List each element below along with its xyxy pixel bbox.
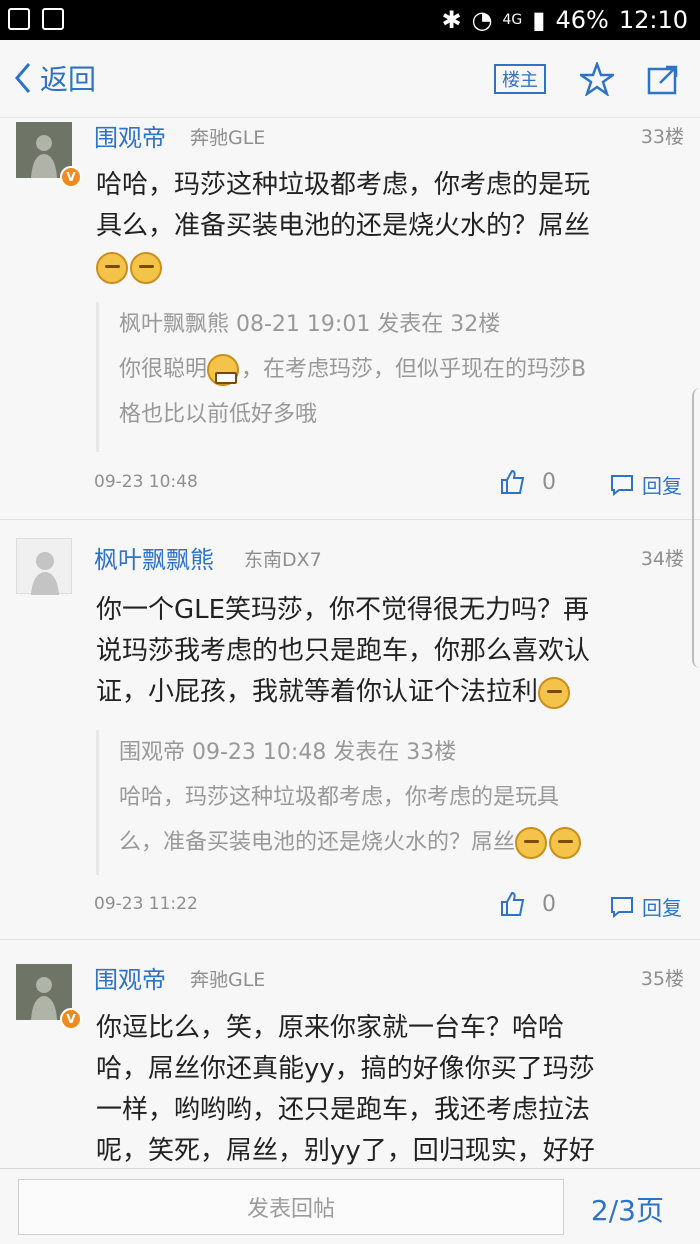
post-line: 说玛莎我考虑的也只是跑车，你那么喜欢认	[96, 636, 591, 666]
status-right: ✱ ◔ 4G ▮ 46% 12:10	[441, 6, 688, 34]
post-line: 哈哈，玛莎这种垃圾都考虑，你考虑的是玩	[96, 170, 591, 200]
post-line: 哈，屌丝你还真能yy，搞的好像你买了玛莎	[96, 1054, 595, 1084]
quote-block: 枫叶飘飘熊 08-21 19:01 发表在 32楼 你很聪明 ，在考虑玛莎，但似乎…	[96, 302, 682, 452]
user-avatar-icon	[31, 977, 57, 1020]
thumbs-up-icon	[501, 469, 525, 494]
nav-bar: 返回 楼主	[0, 40, 700, 118]
post-text: 你逗比么，笑，原来你家就一台车？哈哈 哈，屌丝你还真能yy，搞的好像你买了玛莎 …	[96, 1008, 682, 1168]
bottom-bar: 发表回帖 2/3页	[0, 1168, 700, 1244]
status-left-icons	[8, 8, 64, 30]
quote-header: 围观帝 09-23 10:48 发表在 33楼	[119, 740, 457, 765]
chevron-left-icon	[15, 63, 31, 93]
pagination-label[interactable]: 2/3页	[591, 1189, 664, 1229]
quote-header: 枫叶飘飘熊 08-21 19:01 发表在 32楼	[119, 312, 501, 337]
quote-line: 你很聪明 ，在考虑玛莎，但似乎现在的玛莎B	[119, 347, 682, 392]
reply-label: 回复	[642, 474, 682, 498]
status-bar: ✱ ◔ 4G ▮ 46% 12:10	[0, 0, 700, 40]
reply-button[interactable]: 回复	[610, 892, 682, 921]
avatar[interactable]: V	[16, 122, 82, 188]
thinking-emoji-icon	[549, 827, 582, 859]
floor-label: 34楼	[640, 548, 684, 570]
post-line: 具么，准备买装电池的还是烧火水的？屌丝	[96, 211, 591, 241]
quote-block: 围观帝 09-23 10:48 发表在 33楼 哈哈，玛莎这种垃圾都考虑，你考虑…	[96, 730, 682, 875]
username[interactable]: 枫叶飘飘熊	[94, 540, 214, 575]
device-icon	[8, 8, 30, 30]
bluetooth-icon: ✱	[441, 6, 462, 34]
floor-label: 35楼	[640, 968, 684, 990]
post-line: 呢，笑死，屌丝，别yy了，回归现实，好好	[96, 1136, 595, 1166]
battery-label: 46%	[555, 6, 609, 34]
post-date: 09-23 11:22	[94, 894, 198, 914]
back-button[interactable]: 返回	[14, 58, 96, 98]
comment-icon	[611, 474, 633, 496]
car-label: 东南DX7	[244, 549, 322, 571]
default-avatar-icon	[31, 552, 59, 595]
post-date: 09-23 10:48	[94, 472, 198, 492]
thumbs-up-icon	[501, 891, 525, 916]
post-35: V 围观帝 奔驰GLE 35楼 你逗比么，笑，原来你家就一台车？哈哈 哈，屌丝你…	[0, 940, 700, 1168]
like-button[interactable]: 0	[500, 891, 556, 917]
quote-line: 格也比以前低好多哦	[119, 402, 318, 427]
scroll-edge	[692, 388, 700, 668]
post-text: 你一个GLE笑玛莎，你不觉得很无力吗？再 说玛莎我考虑的也只是跑车，你那么喜欢认…	[96, 590, 682, 713]
verified-badge: V	[60, 1008, 82, 1030]
username[interactable]: 围观帝	[94, 960, 166, 995]
like-count: 0	[542, 469, 556, 495]
post-feed[interactable]: V 围观帝 奔驰GLE 33楼 哈哈，玛莎这种垃圾都考虑，你考虑的是玩 具么，准…	[0, 118, 700, 1168]
time-label: 12:10	[618, 6, 688, 34]
like-button[interactable]: 0	[500, 469, 556, 495]
post-33: V 围观帝 奔驰GLE 33楼 哈哈，玛莎这种垃圾都考虑，你考虑的是玩 具么，准…	[0, 118, 700, 520]
grin-emoji-icon	[207, 354, 240, 386]
post-line: 一样，哟哟哟，还只是跑车，我还考虑拉法	[96, 1095, 591, 1125]
thinking-emoji-icon	[538, 676, 571, 709]
mail-icon	[42, 8, 64, 30]
reply-label: 回复	[642, 896, 682, 920]
post-text: 哈哈，玛莎这种垃圾都考虑，你考虑的是玩 具么，准备买装电池的还是烧火水的？屌丝	[96, 165, 682, 288]
post-line: 你逗比么，笑，原来你家就一台车？哈哈	[96, 1013, 565, 1043]
share-icon[interactable]	[646, 62, 682, 98]
quote-line: 哈哈，玛莎这种垃圾都考虑，你考虑的是玩具	[119, 785, 560, 810]
user-avatar-icon	[31, 135, 57, 178]
thinking-emoji-icon	[515, 827, 548, 859]
wifi-icon: ◔	[471, 6, 493, 34]
post-line: 证，小屁孩，我就等着你认证个法拉利	[96, 672, 682, 713]
thinking-emoji-icon	[96, 251, 128, 284]
comment-icon	[611, 896, 633, 918]
network-label: 4G	[502, 12, 523, 28]
avatar[interactable]: V	[16, 964, 82, 1030]
verified-badge: V	[60, 166, 82, 188]
star-icon[interactable]	[580, 62, 614, 96]
thinking-emoji-icon	[130, 251, 162, 284]
car-label: 奔驰GLE	[190, 969, 266, 991]
post-34: 枫叶飘飘熊 东南DX7 34楼 你一个GLE笑玛莎，你不觉得很无力吗？再 说玛莎…	[0, 520, 700, 940]
back-label: 返回	[40, 63, 97, 96]
op-only-button[interactable]: 楼主	[494, 64, 546, 94]
like-count: 0	[542, 891, 556, 917]
username[interactable]: 围观帝	[94, 118, 166, 153]
reply-input[interactable]: 发表回帖	[18, 1179, 564, 1235]
post-line: 你一个GLE笑玛莎，你不觉得很无力吗？再	[96, 595, 590, 625]
car-label: 奔驰GLE	[190, 127, 266, 149]
quote-line: 么，准备买装电池的还是烧火水的？屌丝	[119, 820, 682, 865]
reply-button[interactable]: 回复	[610, 470, 682, 499]
avatar[interactable]	[16, 538, 72, 595]
emoji-line	[96, 247, 682, 288]
signal-icon: ▮	[532, 6, 546, 34]
floor-label: 33楼	[640, 126, 684, 148]
